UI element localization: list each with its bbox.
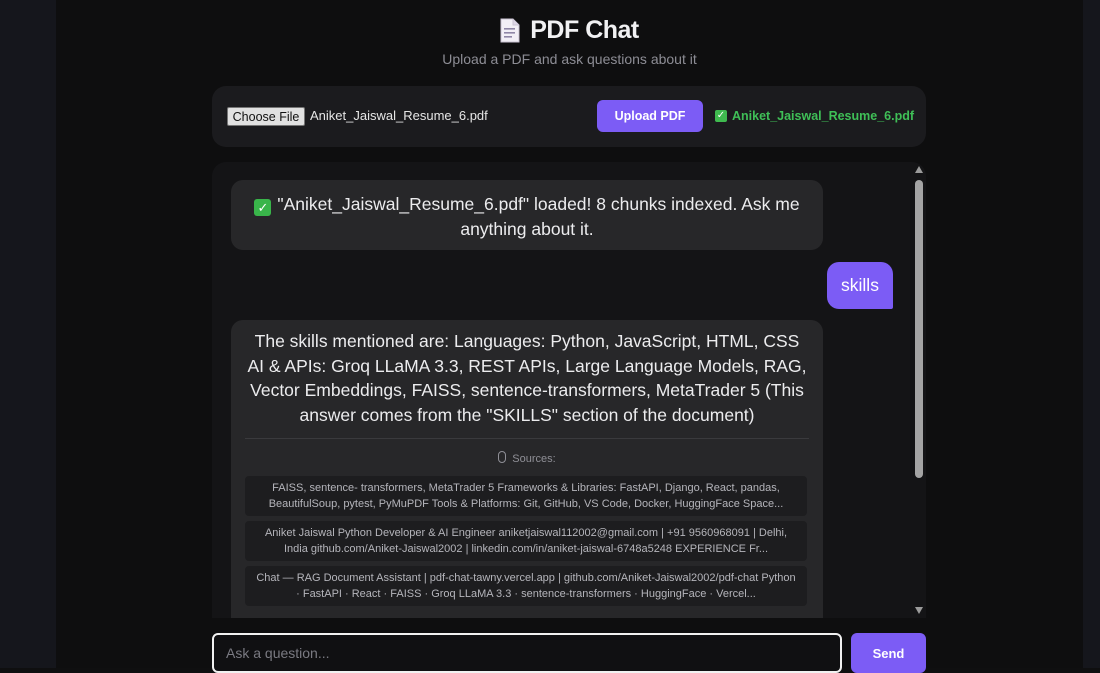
question-input-box[interactable]: [212, 633, 842, 673]
system-message: ✓ "Aniket_Jaiswal_Resume_6.pdf" loaded! 8…: [231, 180, 823, 250]
title-row: PDF Chat: [56, 14, 1083, 46]
divider: [245, 438, 809, 439]
header: PDF Chat Upload a PDF and ask questions …: [56, 14, 1083, 68]
user-message: skills: [827, 262, 893, 309]
system-message-content: ✓ "Aniket_Jaiswal_Resume_6.pdf" loaded! 8…: [251, 192, 803, 242]
assistant-message-text: The skills mentioned are: Languages: Pyt…: [247, 331, 807, 425]
scroll-down-arrow-icon[interactable]: [915, 607, 923, 614]
document-icon: [500, 18, 520, 42]
sources-label: Sources:: [512, 453, 556, 465]
page-title: PDF Chat: [530, 15, 639, 44]
source-item: Chat — RAG Document Assistant | pdf-chat…: [245, 566, 807, 606]
scroll-up-arrow-icon[interactable]: [915, 166, 923, 173]
left-sidebar: [0, 0, 57, 668]
upload-pdf-button[interactable]: Upload PDF: [597, 100, 703, 132]
assistant-message: The skills mentioned are: Languages: Pyt…: [231, 320, 823, 618]
send-button[interactable]: Send: [851, 633, 926, 673]
right-sidebar: [1082, 0, 1100, 668]
loaded-file-status: ✓ Aniket_Jaiswal_Resume_6.pdf: [715, 109, 914, 123]
page-subtitle: Upload a PDF and ask questions about it: [442, 51, 697, 67]
chat-panel[interactable]: ✓ "Aniket_Jaiswal_Resume_6.pdf" loaded! 8…: [212, 162, 926, 618]
scrollbar[interactable]: [914, 164, 924, 616]
check-icon: ✓: [715, 110, 727, 122]
choose-file-button[interactable]: Choose File: [227, 107, 305, 126]
question-input[interactable]: [226, 645, 786, 661]
loaded-file-name: Aniket_Jaiswal_Resume_6.pdf: [732, 109, 915, 123]
scrollbar-thumb[interactable]: [915, 180, 923, 478]
source-item: FAISS, sentence- transformers, MetaTrade…: [245, 476, 807, 516]
sources-header: Sources:: [231, 451, 823, 465]
paperclip-icon: [498, 451, 507, 463]
source-item: Aniket Jaiswal Python Developer & AI Eng…: [245, 521, 807, 561]
system-message-text: "Aniket_Jaiswal_Resume_6.pdf" loaded! 8 …: [277, 194, 800, 239]
upload-bar: Choose File Aniket_Jaiswal_Resume_6.pdf …: [212, 86, 926, 147]
app-container: PDF Chat Upload a PDF and ask questions …: [56, 0, 1083, 673]
selected-file-name: Aniket_Jaiswal_Resume_6.pdf: [310, 108, 488, 123]
check-icon: ✓: [254, 199, 272, 216]
